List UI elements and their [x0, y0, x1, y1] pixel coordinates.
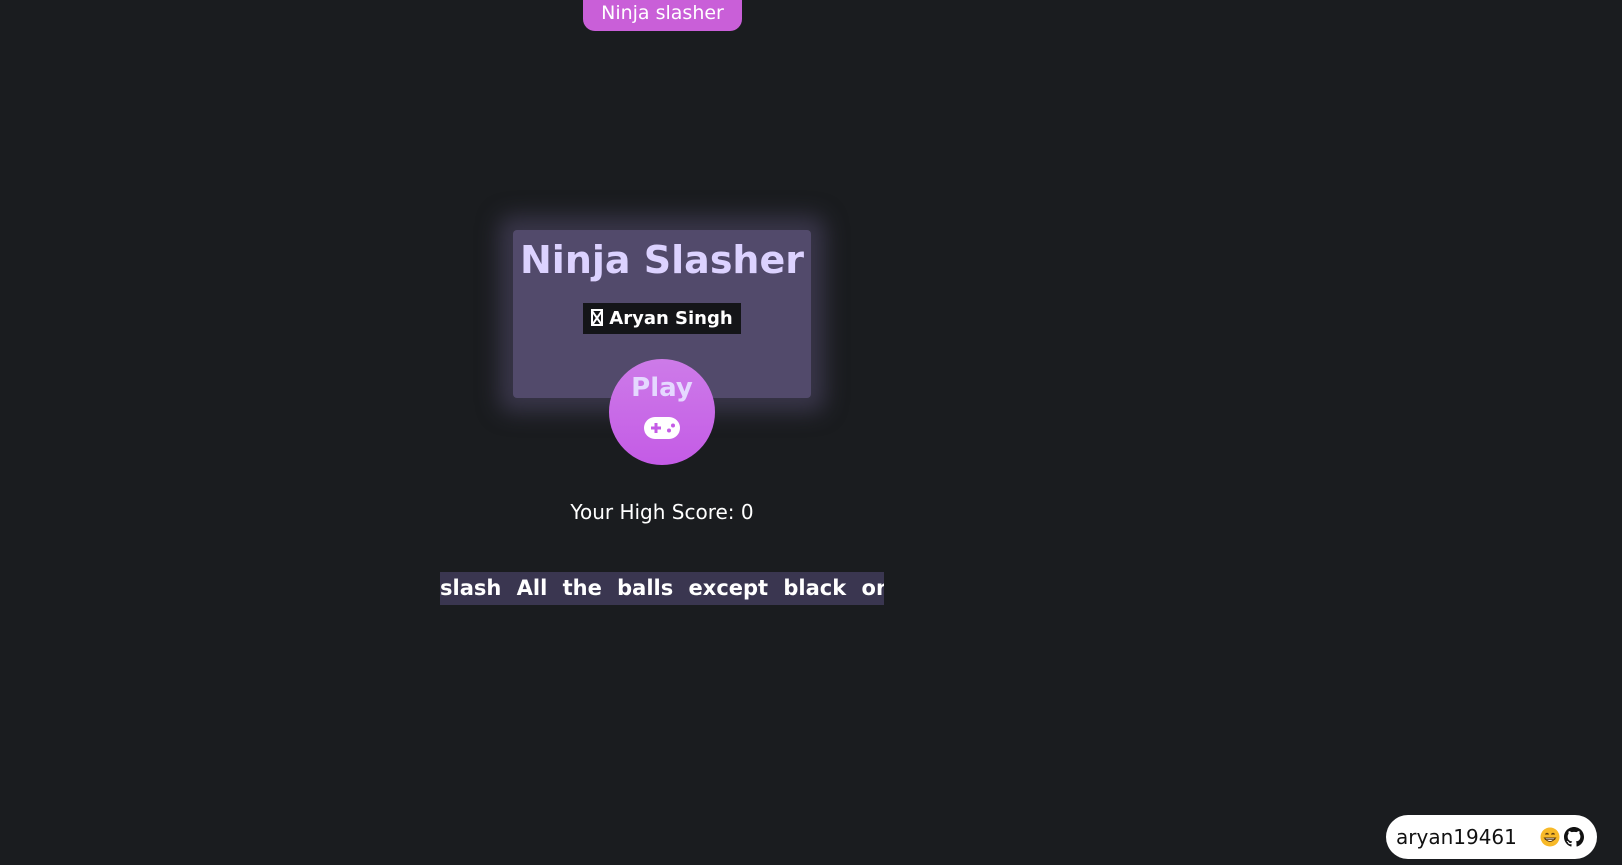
github-icon [1564, 827, 1584, 847]
high-score: Your High Score: 0 [570, 500, 754, 524]
author-name: Aryan Singh [609, 308, 733, 329]
github-profile-link[interactable]: aryan19461 [1386, 815, 1597, 859]
grin-emoji-icon [1540, 827, 1560, 847]
instructions-text: slash All the balls except black one [440, 572, 884, 605]
author-tag: Aryan Singh [583, 303, 741, 334]
play-label: Play [631, 373, 693, 403]
missing-glyph-icon [591, 309, 604, 326]
gamepad-icon [644, 417, 680, 439]
top-tab[interactable]: Ninja slasher [583, 0, 742, 31]
game-title: Ninja Slasher [520, 238, 804, 282]
play-button[interactable]: Play [609, 359, 715, 465]
footer-username: aryan19461 [1396, 825, 1517, 849]
